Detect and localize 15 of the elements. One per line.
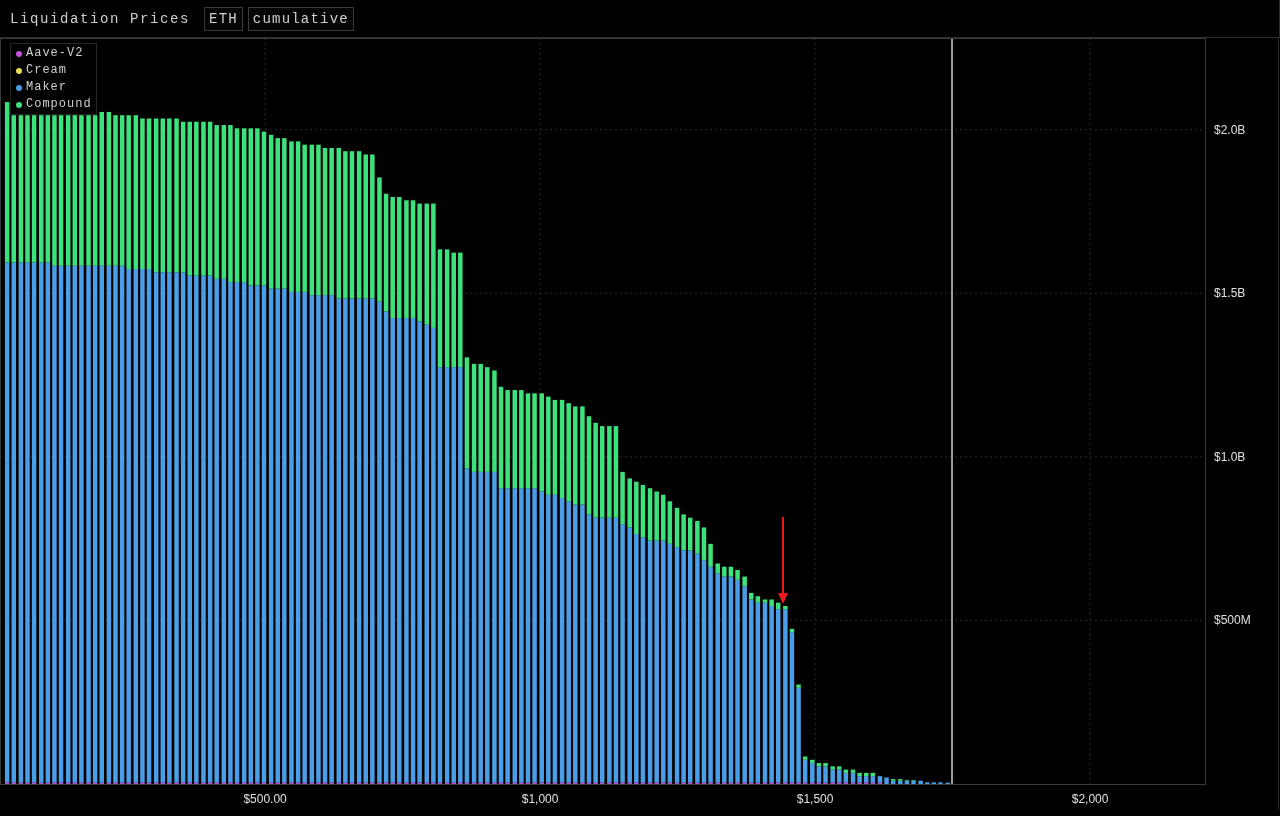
x-axis-label: $1,500 xyxy=(796,792,834,806)
legend-label: Cream xyxy=(26,63,67,78)
chart-title: Liquidation Prices xyxy=(10,10,191,27)
y-axis-label: $1.0B xyxy=(1214,449,1246,464)
toggle-button[interactable]: ETH xyxy=(204,6,243,31)
x-axis-label: $1,000 xyxy=(521,792,559,806)
y-axis-label: $2.0B xyxy=(1214,122,1246,137)
x-axis-label: $2,000 xyxy=(1071,792,1109,806)
legend-label: Maker xyxy=(26,80,67,95)
x-axis-label: $500.00 xyxy=(243,792,287,806)
legend-label: Compound xyxy=(26,97,92,112)
toggle-button[interactable]: cumulative xyxy=(247,6,354,31)
y-axis-label: $1.5B xyxy=(1214,286,1246,301)
legend-label: Aave-V2 xyxy=(26,46,84,61)
y-axis-label: $500M xyxy=(1214,613,1251,628)
